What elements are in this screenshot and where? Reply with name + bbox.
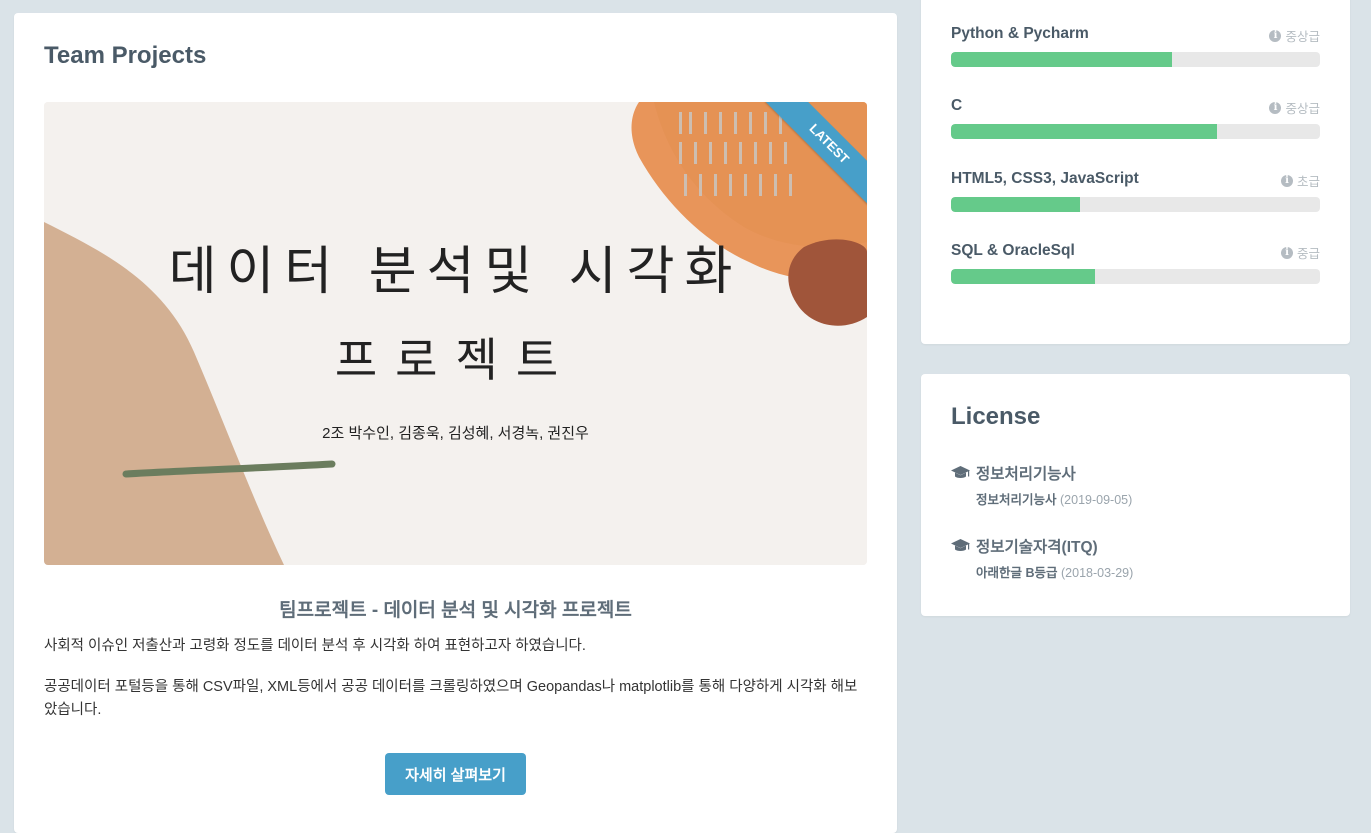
project-description-2: 공공데이터 포털등을 통해 CSV파일, XML등에서 공공 데이터를 크롤링하… — [44, 679, 858, 718]
info-icon: i — [1269, 101, 1282, 114]
skill-name: SQL & OracleSql — [951, 242, 1075, 259]
skill-progress-track — [951, 269, 1320, 284]
skill-name: HTML5, CSS3, JavaScript — [951, 170, 1139, 187]
license-name: 정보기술자격(ITQ) — [976, 539, 1098, 556]
slide-title-line1: 데이터 분석및 시각화 — [168, 242, 743, 302]
skill-level: i 초급 — [1280, 171, 1320, 190]
team-projects-card: Team Projects 데이터 분석및 시각화 프로젝트 2조 박수인, 김… — [14, 13, 897, 833]
slide-team-members: 2조 박수인, 김종욱, 김성혜, 서경녹, 권진우 — [322, 425, 589, 442]
license-detail: 아래한글 B등급 (2018-03-29) — [976, 562, 1133, 581]
projects-section-title: Team Projects — [44, 42, 207, 69]
license-section-title: License — [951, 403, 1041, 430]
latest-ribbon-label: LATEST — [765, 102, 867, 208]
skill-level-label: 중상급 — [1285, 102, 1320, 116]
skill-level-label: 중급 — [1296, 247, 1320, 261]
license-date: (2019-09-05) — [1060, 493, 1133, 507]
skill-progress-fill — [951, 269, 1095, 284]
skill-progress-fill — [951, 124, 1217, 139]
graduation-cap-icon — [951, 539, 970, 551]
info-icon: i — [1280, 246, 1293, 259]
skill-name: Python & Pycharm — [951, 25, 1089, 42]
project-description-1: 사회적 이슈인 저출산과 고령화 정도를 데이터 분석 후 시각화 하여 표현하… — [44, 638, 586, 654]
slide-title-line2: 프로젝트 — [334, 333, 577, 387]
license-card: License 정보처리기능사 정보처리기능사 (2019-09-05) 정보기… — [921, 374, 1350, 616]
latest-ribbon: LATEST — [760, 102, 867, 209]
license-detail-label: 아래한글 B등급 — [976, 566, 1058, 580]
skill-progress-fill — [951, 52, 1173, 67]
skill-progress-fill — [951, 197, 1081, 212]
info-icon: i — [1280, 174, 1293, 187]
skill-progress-track — [951, 52, 1320, 67]
skill-progress-track — [951, 197, 1320, 212]
license-name: 정보처리기능사 — [976, 466, 1076, 483]
license-date: (2018-03-29) — [1061, 566, 1134, 580]
view-details-button[interactable]: 자세히 살펴보기 — [385, 753, 526, 795]
skill-progress-track — [951, 124, 1320, 139]
skills-card: Python & Pycharm i 중상급 C i 중상급 HTML5, CSS3… — [921, 0, 1350, 344]
graduation-cap-icon — [951, 466, 970, 478]
skill-level: i 중상급 — [1269, 26, 1320, 45]
skill-level: i 중상급 — [1269, 98, 1320, 117]
license-detail: 정보처리기능사 (2019-09-05) — [976, 489, 1132, 508]
skill-level-label: 중상급 — [1285, 30, 1320, 44]
skill-level: i 중급 — [1280, 243, 1320, 262]
license-detail-label: 정보처리기능사 — [976, 493, 1057, 507]
project-title: 팀프로젝트 - 데이터 분석 및 시각화 프로젝트 — [279, 600, 632, 621]
info-icon: i — [1269, 29, 1282, 42]
project-thumbnail[interactable]: 데이터 분석및 시각화 프로젝트 2조 박수인, 김종욱, 김성혜, 서경녹, … — [44, 102, 867, 565]
skill-name: C — [951, 97, 963, 114]
skill-level-label: 초급 — [1296, 175, 1320, 189]
